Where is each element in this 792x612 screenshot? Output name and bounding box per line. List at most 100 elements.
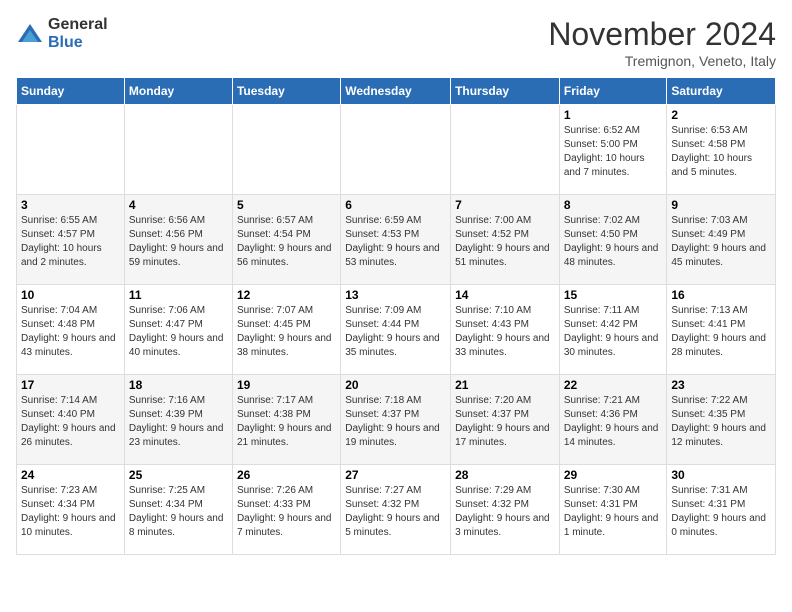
calendar-cell: 11 Sunrise: 7:06 AM Sunset: 4:47 PM Dayli… — [124, 285, 232, 375]
day-number: 25 — [129, 468, 228, 482]
header-day-saturday: Saturday — [667, 78, 776, 105]
day-number: 20 — [345, 378, 446, 392]
calendar-cell: 30 Sunrise: 7:31 AM Sunset: 4:31 PM Dayli… — [667, 465, 776, 555]
day-info: Sunrise: 7:14 AM Sunset: 4:40 PM Dayligh… — [21, 394, 120, 450]
calendar-cell: 22 Sunrise: 7:21 AM Sunset: 4:36 PM Dayli… — [559, 375, 667, 465]
title-area: November 2024 Tremignon, Veneto, Italy — [548, 16, 776, 69]
day-number: 7 — [455, 198, 555, 212]
day-number: 26 — [237, 468, 336, 482]
logo-blue: Blue — [48, 34, 108, 52]
day-number: 30 — [671, 468, 771, 482]
day-info: Sunrise: 7:16 AM Sunset: 4:39 PM Dayligh… — [129, 394, 228, 450]
day-number: 28 — [455, 468, 555, 482]
header-day-tuesday: Tuesday — [232, 78, 340, 105]
week-row-5: 24 Sunrise: 7:23 AM Sunset: 4:34 PM Dayli… — [17, 465, 776, 555]
day-number: 1 — [564, 108, 663, 122]
calendar-cell: 27 Sunrise: 7:27 AM Sunset: 4:32 PM Dayli… — [341, 465, 451, 555]
day-info: Sunrise: 7:31 AM Sunset: 4:31 PM Dayligh… — [671, 484, 771, 540]
logo-icon — [16, 20, 44, 48]
calendar-cell: 26 Sunrise: 7:26 AM Sunset: 4:33 PM Dayli… — [232, 465, 340, 555]
calendar-cell — [341, 105, 451, 195]
day-number: 10 — [21, 288, 120, 302]
month-title: November 2024 — [548, 16, 776, 53]
calendar-cell: 14Sunrise: 7:10 AM Sunset: 4:43 PM Dayli… — [451, 285, 560, 375]
day-info: Sunrise: 7:21 AM Sunset: 4:36 PM Dayligh… — [564, 394, 663, 450]
day-info: Sunrise: 6:52 AM Sunset: 5:00 PM Dayligh… — [564, 124, 663, 180]
calendar-cell: 21 Sunrise: 7:20 AM Sunset: 4:37 PM Dayli… — [451, 375, 560, 465]
calendar-cell: 17Sunrise: 7:14 AM Sunset: 4:40 PM Dayli… — [17, 375, 125, 465]
logo-general: General — [48, 16, 108, 34]
day-number: 29 — [564, 468, 663, 482]
week-row-3: 10Sunrise: 7:04 AM Sunset: 4:48 PM Dayli… — [17, 285, 776, 375]
day-info: Sunrise: 7:29 AM Sunset: 4:32 PM Dayligh… — [455, 484, 555, 540]
calendar-cell: 18 Sunrise: 7:16 AM Sunset: 4:39 PM Dayli… — [124, 375, 232, 465]
calendar-table: SundayMondayTuesdayWednesdayThursdayFrid… — [16, 77, 776, 555]
calendar-cell: 12 Sunrise: 7:07 AM Sunset: 4:45 PM Dayli… — [232, 285, 340, 375]
week-row-1: 1 Sunrise: 6:52 AM Sunset: 5:00 PM Daylig… — [17, 105, 776, 195]
calendar-cell: 19Sunrise: 7:17 AM Sunset: 4:38 PM Dayli… — [232, 375, 340, 465]
day-info: Sunrise: 7:22 AM Sunset: 4:35 PM Dayligh… — [671, 394, 771, 450]
header-row: SundayMondayTuesdayWednesdayThursdayFrid… — [17, 78, 776, 105]
calendar-cell: 10Sunrise: 7:04 AM Sunset: 4:48 PM Dayli… — [17, 285, 125, 375]
calendar-cell: 1 Sunrise: 6:52 AM Sunset: 5:00 PM Daylig… — [559, 105, 667, 195]
day-number: 13 — [345, 288, 446, 302]
day-number: 2 — [671, 108, 771, 122]
day-number: 18 — [129, 378, 228, 392]
header-day-monday: Monday — [124, 78, 232, 105]
calendar-cell: 6Sunrise: 6:59 AM Sunset: 4:53 PM Daylig… — [341, 195, 451, 285]
week-row-2: 3 Sunrise: 6:55 AM Sunset: 4:57 PM Daylig… — [17, 195, 776, 285]
day-info: Sunrise: 7:02 AM Sunset: 4:50 PM Dayligh… — [564, 214, 663, 270]
day-info: Sunrise: 7:06 AM Sunset: 4:47 PM Dayligh… — [129, 304, 228, 360]
day-number: 23 — [671, 378, 771, 392]
page-header: General Blue November 2024 Tremignon, Ve… — [16, 16, 776, 69]
day-number: 11 — [129, 288, 228, 302]
day-number: 19 — [237, 378, 336, 392]
day-info: Sunrise: 7:23 AM Sunset: 4:34 PM Dayligh… — [21, 484, 120, 540]
calendar-cell: 23 Sunrise: 7:22 AM Sunset: 4:35 PM Dayli… — [667, 375, 776, 465]
day-info: Sunrise: 6:57 AM Sunset: 4:54 PM Dayligh… — [237, 214, 336, 270]
calendar-cell: 7 Sunrise: 7:00 AM Sunset: 4:52 PM Daylig… — [451, 195, 560, 285]
day-info: Sunrise: 6:59 AM Sunset: 4:53 PM Dayligh… — [345, 214, 446, 270]
week-row-4: 17Sunrise: 7:14 AM Sunset: 4:40 PM Dayli… — [17, 375, 776, 465]
calendar-cell: 25 Sunrise: 7:25 AM Sunset: 4:34 PM Dayli… — [124, 465, 232, 555]
logo: General Blue — [16, 16, 108, 51]
day-info: Sunrise: 6:56 AM Sunset: 4:56 PM Dayligh… — [129, 214, 228, 270]
day-info: Sunrise: 7:07 AM Sunset: 4:45 PM Dayligh… — [237, 304, 336, 360]
day-info: Sunrise: 7:20 AM Sunset: 4:37 PM Dayligh… — [455, 394, 555, 450]
calendar-cell: 9Sunrise: 7:03 AM Sunset: 4:49 PM Daylig… — [667, 195, 776, 285]
day-info: Sunrise: 7:30 AM Sunset: 4:31 PM Dayligh… — [564, 484, 663, 540]
day-info: Sunrise: 7:09 AM Sunset: 4:44 PM Dayligh… — [345, 304, 446, 360]
day-number: 27 — [345, 468, 446, 482]
day-number: 16 — [671, 288, 771, 302]
calendar-cell: 13 Sunrise: 7:09 AM Sunset: 4:44 PM Dayli… — [341, 285, 451, 375]
day-info: Sunrise: 7:03 AM Sunset: 4:49 PM Dayligh… — [671, 214, 771, 270]
calendar-cell: 20Sunrise: 7:18 AM Sunset: 4:37 PM Dayli… — [341, 375, 451, 465]
header-day-wednesday: Wednesday — [341, 78, 451, 105]
day-number: 24 — [21, 468, 120, 482]
day-info: Sunrise: 7:13 AM Sunset: 4:41 PM Dayligh… — [671, 304, 771, 360]
calendar-cell — [232, 105, 340, 195]
day-number: 15 — [564, 288, 663, 302]
day-number: 22 — [564, 378, 663, 392]
header-day-thursday: Thursday — [451, 78, 560, 105]
calendar-cell — [124, 105, 232, 195]
day-number: 5 — [237, 198, 336, 212]
day-number: 8 — [564, 198, 663, 212]
location-subtitle: Tremignon, Veneto, Italy — [548, 53, 776, 69]
day-info: Sunrise: 7:00 AM Sunset: 4:52 PM Dayligh… — [455, 214, 555, 270]
day-info: Sunrise: 7:26 AM Sunset: 4:33 PM Dayligh… — [237, 484, 336, 540]
calendar-cell: 8 Sunrise: 7:02 AM Sunset: 4:50 PM Daylig… — [559, 195, 667, 285]
day-number: 12 — [237, 288, 336, 302]
day-number: 3 — [21, 198, 120, 212]
calendar-cell: 24 Sunrise: 7:23 AM Sunset: 4:34 PM Dayli… — [17, 465, 125, 555]
calendar-cell: 5 Sunrise: 6:57 AM Sunset: 4:54 PM Daylig… — [232, 195, 340, 285]
day-info: Sunrise: 7:27 AM Sunset: 4:32 PM Dayligh… — [345, 484, 446, 540]
day-info: Sunrise: 7:25 AM Sunset: 4:34 PM Dayligh… — [129, 484, 228, 540]
header-day-sunday: Sunday — [17, 78, 125, 105]
calendar-body: 1 Sunrise: 6:52 AM Sunset: 5:00 PM Daylig… — [17, 105, 776, 555]
calendar-cell: 2Sunrise: 6:53 AM Sunset: 4:58 PM Daylig… — [667, 105, 776, 195]
calendar-cell — [451, 105, 560, 195]
day-number: 21 — [455, 378, 555, 392]
calendar-cell — [17, 105, 125, 195]
day-info: Sunrise: 6:55 AM Sunset: 4:57 PM Dayligh… — [21, 214, 120, 270]
